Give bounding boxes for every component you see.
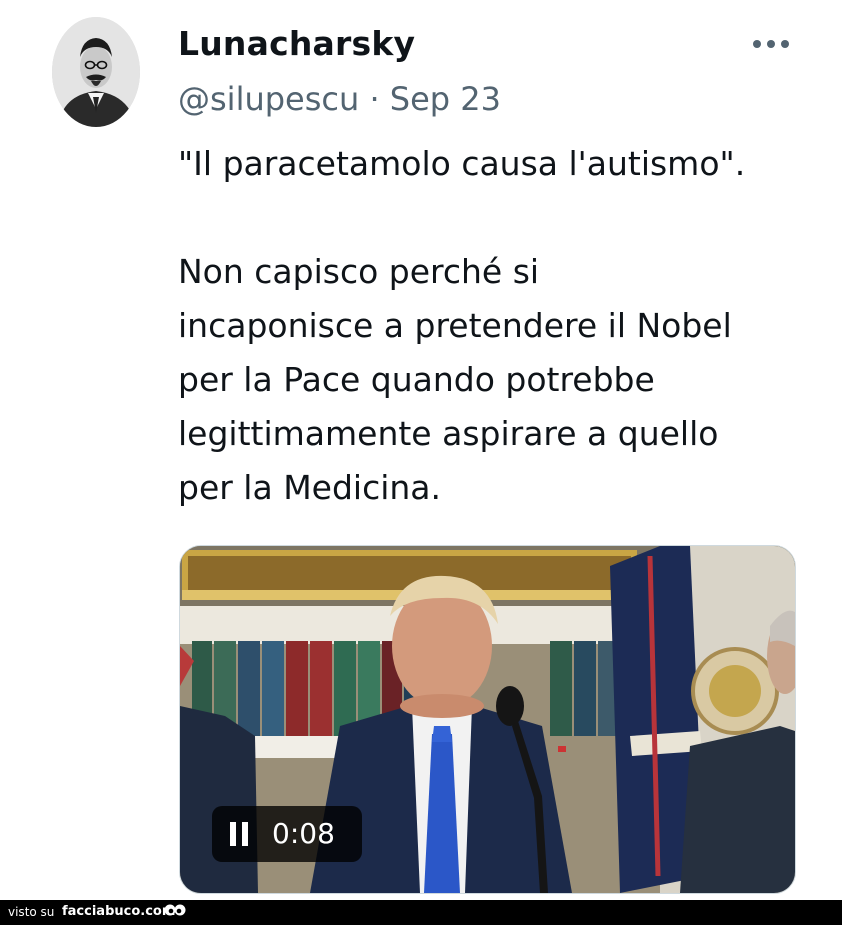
watermark-footer: visto su facciabuco.com	[0, 900, 842, 925]
avatar-portrait-image	[52, 17, 140, 127]
video-player[interactable]: 0:08	[179, 545, 796, 894]
tweet-date[interactable]: Sep 23	[390, 80, 501, 118]
meta-separator: ·	[369, 80, 380, 118]
video-controls[interactable]: 0:08	[212, 806, 362, 862]
pause-icon[interactable]	[230, 822, 250, 846]
user-handle[interactable]: @silupescu	[178, 80, 359, 118]
eyes-logo-icon	[164, 904, 186, 916]
more-horizontal-icon	[753, 40, 789, 48]
tweet-meta: @silupescu · Sep 23	[178, 80, 501, 118]
video-timestamp: 0:08	[272, 817, 335, 850]
avatar[interactable]	[52, 17, 140, 127]
more-options-button[interactable]	[748, 30, 794, 58]
footer-prefix: visto su	[8, 905, 55, 919]
tweet-screenshot: Lunacharsky @silupescu · Sep 23 "Il para…	[0, 0, 842, 925]
footer-brand[interactable]: facciabuco.com	[62, 904, 175, 919]
display-name[interactable]: Lunacharsky	[178, 24, 415, 63]
tweet-text: "Il paracetamolo causa l'autismo". Non c…	[178, 144, 746, 507]
